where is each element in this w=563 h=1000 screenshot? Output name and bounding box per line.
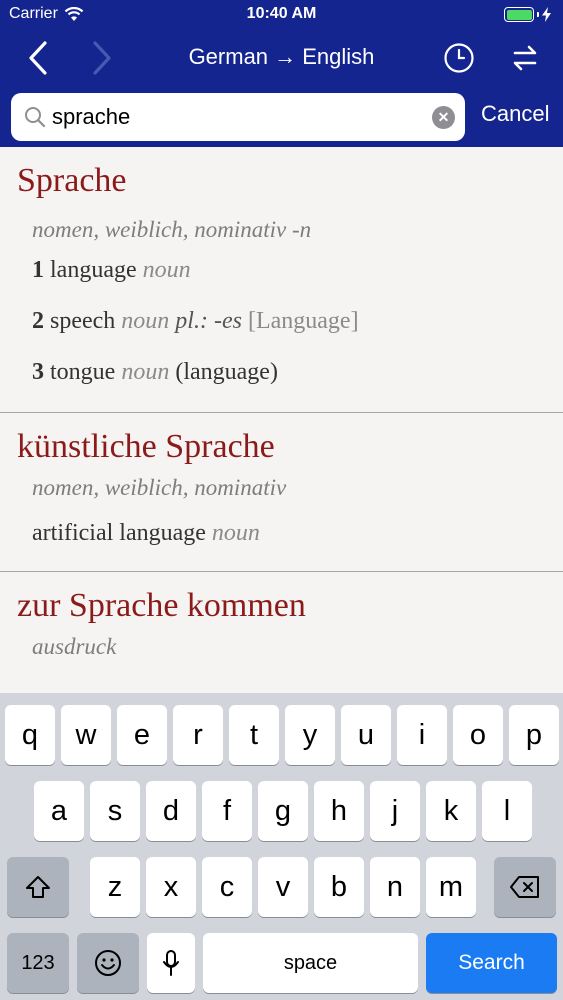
key-o[interactable]: o (453, 705, 503, 765)
key-j[interactable]: j (370, 781, 420, 841)
key-b[interactable]: b (314, 857, 364, 917)
search-key[interactable]: Search (426, 933, 557, 993)
key-x[interactable]: x (146, 857, 196, 917)
key-r[interactable]: r (173, 705, 223, 765)
key-u[interactable]: u (341, 705, 391, 765)
sense-line: 1 language noun (32, 257, 191, 283)
key-c[interactable]: c (202, 857, 252, 917)
key-d[interactable]: d (146, 781, 196, 841)
charging-icon (542, 7, 551, 22)
nav-title: German → English (188, 44, 375, 69)
microphone-icon (163, 950, 179, 976)
entry-headword: Sprache (17, 162, 127, 199)
search-icon (25, 107, 46, 128)
shift-key[interactable] (7, 857, 69, 917)
delete-key[interactable] (494, 857, 556, 917)
entry-grammar: ausdruck (32, 634, 117, 659)
key-g[interactable]: g (258, 781, 308, 841)
sense-line: artificial language noun (32, 520, 260, 546)
key-f[interactable]: f (202, 781, 252, 841)
entry-sprache[interactable]: Sprache nomen, weiblich, nominativ -n 1l… (0, 147, 563, 413)
entry-zur-sprache-kommen[interactable]: zur Sprache kommen ausdruck (0, 572, 563, 662)
entry-grammar: nomen, weiblich, nominativ -n (32, 217, 312, 242)
key-h[interactable]: h (314, 781, 364, 841)
backspace-icon (510, 876, 539, 898)
cancel-button[interactable]: Cancel (481, 101, 549, 127)
numbers-key[interactable]: 123 (7, 933, 69, 993)
search-bar: ✕ Cancel (0, 86, 563, 147)
swap-direction-icon[interactable] (510, 42, 540, 74)
results-list: Sprache nomen, weiblich, nominativ -n 1l… (0, 147, 563, 693)
key-i[interactable]: i (397, 705, 447, 765)
sense-line: 2 speech noun pl.: -es [Language] (32, 308, 359, 334)
key-n[interactable]: n (370, 857, 420, 917)
emoji-icon (95, 950, 121, 976)
key-l[interactable]: l (482, 781, 532, 841)
key-m[interactable]: m (426, 857, 476, 917)
nav-bar: German → English (0, 30, 563, 86)
status-bar: Carrier 10:40 AM (0, 0, 563, 30)
status-time: 10:40 AM (246, 5, 317, 22)
key-z[interactable]: z (90, 857, 140, 917)
space-key[interactable]: space (203, 933, 418, 993)
shift-arrow-icon (26, 876, 50, 898)
key-e[interactable]: e (117, 705, 167, 765)
history-clock-icon[interactable] (443, 42, 475, 74)
entry-grammar: nomen, weiblich, nominativ (32, 475, 287, 500)
key-w[interactable]: w (61, 705, 111, 765)
key-s[interactable]: s (90, 781, 140, 841)
key-p[interactable]: p (509, 705, 559, 765)
search-field[interactable]: ✕ (11, 93, 465, 141)
clear-text-icon[interactable]: ✕ (432, 106, 455, 129)
key-q[interactable]: q (5, 705, 55, 765)
emoji-key[interactable] (77, 933, 139, 993)
key-k[interactable]: k (426, 781, 476, 841)
sense-line: 3 tongue noun (language) (32, 359, 278, 385)
key-t[interactable]: t (229, 705, 279, 765)
entry-headword: zur Sprache kommen (17, 587, 306, 624)
battery-icon (504, 7, 551, 22)
keyboard: qwertyuiop asdfghjkl zxcvbnm 123 space S… (0, 693, 563, 1000)
entry-kuenstliche-sprache[interactable]: künstliche Sprache nomen, weiblich, nomi… (0, 413, 563, 572)
entry-headword: künstliche Sprache (17, 428, 275, 465)
dictation-key[interactable] (147, 933, 195, 993)
key-a[interactable]: a (34, 781, 84, 841)
search-input[interactable] (52, 93, 422, 141)
key-v[interactable]: v (258, 857, 308, 917)
key-y[interactable]: y (285, 705, 335, 765)
